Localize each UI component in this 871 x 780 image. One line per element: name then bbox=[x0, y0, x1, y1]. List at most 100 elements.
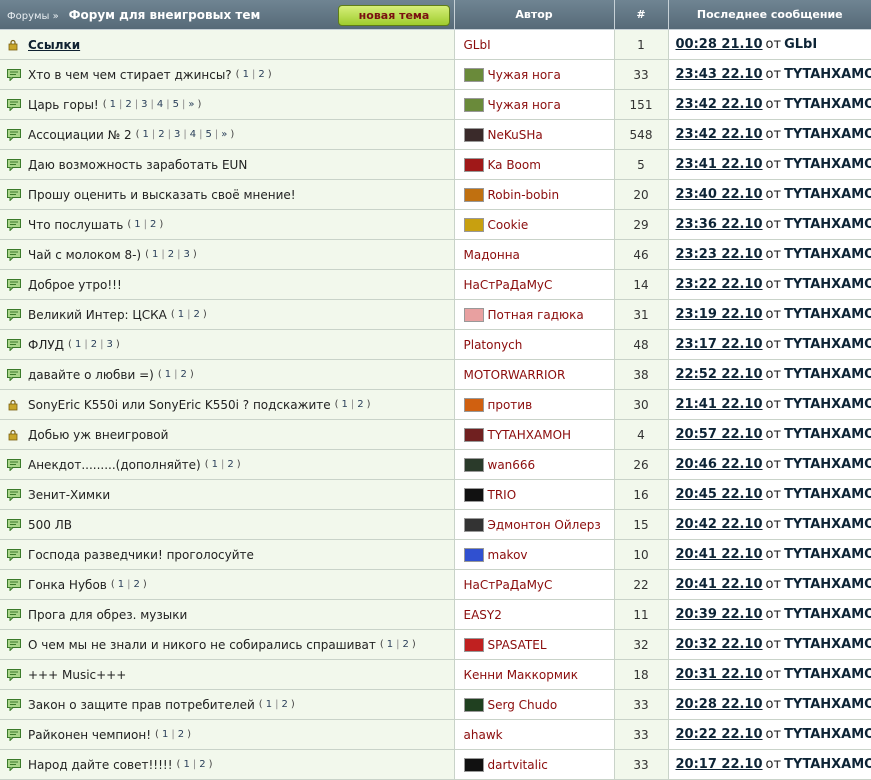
page-link[interactable]: 2 bbox=[196, 759, 208, 770]
page-link[interactable]: 1 bbox=[263, 699, 275, 710]
last-post-user-link[interactable]: TYTAHXAMOH bbox=[784, 607, 871, 622]
last-post-time-link[interactable]: 20:22 22.10 bbox=[676, 727, 763, 742]
page-link[interactable]: 1 bbox=[139, 129, 151, 140]
page-link[interactable]: 2 bbox=[165, 249, 177, 260]
page-link[interactable]: 2 bbox=[177, 369, 189, 380]
last-post-user-link[interactable]: TYTAHXAMOH bbox=[784, 667, 871, 682]
last-post-user-link[interactable]: TYTAHXAMOH bbox=[784, 757, 871, 772]
author-link[interactable]: Ka Boom bbox=[488, 158, 541, 172]
topic-title-link[interactable]: Хто в чем чем стирает джинсы? bbox=[28, 68, 232, 82]
breadcrumb[interactable]: Форумы » bbox=[7, 11, 59, 22]
page-link[interactable]: 2 bbox=[122, 99, 134, 110]
topic-title-link[interactable]: Великий Интер: ЦСКА bbox=[28, 308, 167, 322]
topic-title-link[interactable]: Анекдот.........(дополняйте) bbox=[28, 458, 201, 472]
topic-title-link[interactable]: Зенит-Химки bbox=[28, 488, 110, 502]
page-link[interactable]: 2 bbox=[175, 729, 187, 740]
last-post-time-link[interactable]: 20:41 22.10 bbox=[676, 577, 763, 592]
last-post-time-link[interactable]: 23:42 22.10 bbox=[676, 97, 763, 112]
topic-title-link[interactable]: ФЛУД bbox=[28, 338, 64, 352]
last-post-user-link[interactable]: TYTAHXAMOH bbox=[784, 187, 871, 202]
author-link[interactable]: Чужая нога bbox=[488, 98, 561, 112]
last-post-user-link[interactable]: TYTAHXAMOH bbox=[784, 67, 871, 82]
last-post-time-link[interactable]: 23:43 22.10 bbox=[676, 67, 763, 82]
last-post-user-link[interactable]: TYTAHXAMOH bbox=[784, 697, 871, 712]
last-post-time-link[interactable]: 23:41 22.10 bbox=[676, 157, 763, 172]
last-post-time-link[interactable]: 23:23 22.10 bbox=[676, 247, 763, 262]
topic-title-link[interactable]: Прошу оценить и высказать своё мнение! bbox=[28, 188, 296, 202]
author-link[interactable]: MOTORWARRIOR bbox=[464, 368, 566, 382]
last-post-time-link[interactable]: 23:40 22.10 bbox=[676, 187, 763, 202]
last-post-user-link[interactable]: TYTAHXAMOH bbox=[784, 127, 871, 142]
page-link[interactable]: 2 bbox=[147, 219, 159, 230]
author-link[interactable]: wan666 bbox=[488, 458, 536, 472]
page-link[interactable]: 2 bbox=[224, 459, 236, 470]
topic-title-link[interactable]: Чай с молоком 8-) bbox=[28, 248, 141, 262]
page-link[interactable]: 1 bbox=[72, 339, 84, 350]
page-link[interactable]: 2 bbox=[354, 399, 366, 410]
last-post-user-link[interactable]: TYTAHXAMOH bbox=[784, 637, 871, 652]
page-link[interactable]: 2 bbox=[131, 579, 143, 590]
last-post-time-link[interactable]: 20:45 22.10 bbox=[676, 487, 763, 502]
last-post-time-link[interactable]: 20:32 22.10 bbox=[676, 637, 763, 652]
author-link[interactable]: TYTAHXAMOH bbox=[488, 428, 572, 442]
page-link[interactable]: 1 bbox=[384, 639, 396, 650]
last-post-user-link[interactable]: TYTAHXAMOH bbox=[784, 247, 871, 262]
last-post-user-link[interactable]: TYTAHXAMOH bbox=[784, 727, 871, 742]
author-link[interactable]: НаСтРаДаМуС bbox=[464, 278, 553, 292]
last-post-user-link[interactable]: GLbI bbox=[784, 37, 817, 52]
page-link[interactable]: 4 bbox=[187, 129, 199, 140]
author-link[interactable]: GLbI bbox=[464, 38, 491, 52]
last-post-user-link[interactable]: TYTAHXAMOH bbox=[784, 397, 871, 412]
last-post-user-link[interactable]: TYTAHXAMOH bbox=[784, 157, 871, 172]
last-post-user-link[interactable]: TYTAHXAMOH bbox=[784, 427, 871, 442]
page-link[interactable]: 2 bbox=[255, 69, 267, 80]
author-link[interactable]: TRIO bbox=[488, 488, 517, 502]
author-link[interactable]: NeKuSHa bbox=[488, 128, 543, 142]
author-link[interactable]: Потная гадюка bbox=[488, 308, 584, 322]
last-post-time-link[interactable]: 23:22 22.10 bbox=[676, 277, 763, 292]
last-post-user-link[interactable]: TYTAHXAMOH bbox=[784, 517, 871, 532]
author-link[interactable]: Serg Chudo bbox=[488, 698, 558, 712]
author-link[interactable]: Эдмонтон Ойлерз bbox=[488, 518, 601, 532]
page-link[interactable]: 1 bbox=[175, 309, 187, 320]
last-post-user-link[interactable]: TYTAHXAMOH bbox=[784, 367, 871, 382]
author-link[interactable]: Мадонна bbox=[464, 248, 520, 262]
page-link[interactable]: 5 bbox=[202, 129, 214, 140]
page-link[interactable]: 3 bbox=[171, 129, 183, 140]
last-post-user-link[interactable]: TYTAHXAMOH bbox=[784, 97, 871, 112]
author-link[interactable]: Platonych bbox=[464, 338, 523, 352]
last-post-user-link[interactable]: TYTAHXAMOH bbox=[784, 337, 871, 352]
topic-title-link[interactable]: Ассоциации № 2 bbox=[28, 128, 132, 142]
last-post-time-link[interactable]: 20:39 22.10 bbox=[676, 607, 763, 622]
author-link[interactable]: makov bbox=[488, 548, 528, 562]
topic-title-link[interactable]: Господа разведчики! проголосуйте bbox=[28, 548, 254, 562]
last-post-time-link[interactable]: 00:28 21.10 bbox=[676, 37, 763, 52]
page-link[interactable]: 1 bbox=[149, 249, 161, 260]
topic-title-link[interactable]: 500 ЛВ bbox=[28, 518, 72, 532]
topic-title-link[interactable]: Добью уж внеигровой bbox=[28, 428, 168, 442]
page-link[interactable]: 2 bbox=[400, 639, 412, 650]
author-link[interactable]: НаСтРаДаМуС bbox=[464, 578, 553, 592]
topic-title-link[interactable]: +++ Music+++ bbox=[28, 668, 126, 682]
page-link[interactable]: 2 bbox=[278, 699, 290, 710]
page-link[interactable]: 1 bbox=[339, 399, 351, 410]
last-post-time-link[interactable]: 23:36 22.10 bbox=[676, 217, 763, 232]
topic-title-link[interactable]: Доброе утро!!! bbox=[28, 278, 122, 292]
topic-title-link[interactable]: Царь горы! bbox=[28, 98, 99, 112]
last-post-time-link[interactable]: 20:46 22.10 bbox=[676, 457, 763, 472]
topic-title-link[interactable]: Что послушать bbox=[28, 218, 123, 232]
page-link[interactable]: 1 bbox=[159, 729, 171, 740]
topic-title-link[interactable]: Даю возможность заработать EUN bbox=[28, 158, 247, 172]
last-post-time-link[interactable]: 23:19 22.10 bbox=[676, 307, 763, 322]
author-link[interactable]: ahawk bbox=[464, 728, 503, 742]
topic-title-link[interactable]: Закон о защите прав потребителей bbox=[28, 698, 255, 712]
author-link[interactable]: EASY2 bbox=[464, 608, 502, 622]
last-post-user-link[interactable]: TYTAHXAMOH bbox=[784, 217, 871, 232]
last-post-time-link[interactable]: 20:41 22.10 bbox=[676, 547, 763, 562]
author-link[interactable]: Robin-bobin bbox=[488, 188, 560, 202]
last-post-user-link[interactable]: TYTAHXAMOH bbox=[784, 577, 871, 592]
author-link[interactable]: Cookie bbox=[488, 218, 529, 232]
last-post-time-link[interactable]: 20:57 22.10 bbox=[676, 427, 763, 442]
page-link[interactable]: » bbox=[218, 129, 230, 140]
page-link[interactable]: 1 bbox=[131, 219, 143, 230]
